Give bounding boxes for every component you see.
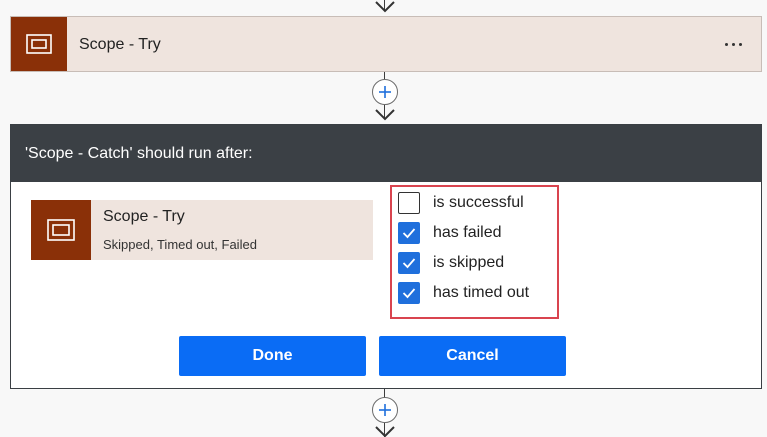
option-label: is successful	[433, 194, 524, 211]
more-options-button[interactable]	[715, 31, 751, 57]
source-action-status: Skipped, Timed out, Failed	[103, 237, 257, 252]
source-action-title: Scope - Try	[103, 208, 185, 225]
done-button[interactable]: Done	[179, 336, 366, 376]
arrow-down-icon	[375, 1, 395, 13]
ellipsis-icon	[724, 42, 728, 46]
source-action-card: Scope - Try Skipped, Timed out, Failed	[31, 200, 373, 260]
option-has-timed-out[interactable]: has timed out	[398, 282, 529, 304]
scope-icon	[11, 17, 67, 71]
run-after-dialog: 'Scope - Catch' should run after: Scope …	[10, 124, 762, 389]
action-card-scope-try[interactable]: Scope - Try	[10, 16, 762, 72]
checkbox-unchecked-icon[interactable]	[398, 192, 420, 214]
arrow-down-icon	[375, 426, 395, 437]
insert-step-button[interactable]	[372, 397, 398, 423]
option-has-failed[interactable]: has failed	[398, 222, 502, 244]
plus-icon	[379, 404, 391, 416]
plus-icon	[379, 86, 391, 98]
scope-icon	[31, 200, 91, 260]
connector-line	[384, 72, 385, 79]
ellipsis-dot	[731, 42, 735, 46]
insert-step-button[interactable]	[372, 79, 398, 105]
ellipsis-dot	[738, 42, 742, 46]
action-title: Scope - Try	[79, 36, 161, 53]
option-is-successful[interactable]: is successful	[398, 192, 524, 214]
option-label: has failed	[433, 224, 502, 241]
cancel-button[interactable]: Cancel	[379, 336, 566, 376]
option-is-skipped[interactable]: is skipped	[398, 252, 504, 274]
dialog-title: 'Scope - Catch' should run after:	[11, 125, 761, 182]
flow-canvas: Scope - Try 'Scope - Catch' should run a…	[0, 0, 767, 437]
arrow-down-icon	[375, 109, 395, 121]
option-label: has timed out	[433, 284, 530, 301]
checkbox-checked-icon[interactable]	[398, 222, 420, 244]
run-after-options: is successful has failed is skipped has …	[390, 185, 559, 319]
option-label: is skipped	[433, 254, 505, 271]
checkbox-checked-icon[interactable]	[398, 252, 420, 274]
checkbox-checked-icon[interactable]	[398, 282, 420, 304]
